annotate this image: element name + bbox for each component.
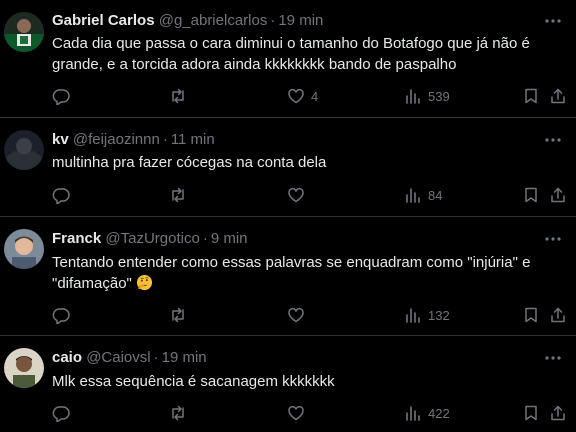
more-icon[interactable] (544, 12, 562, 30)
tweet[interactable]: Gabriel Carlos @g_abrielcarlos · 19 min Ca… (0, 0, 576, 118)
separator: · (153, 349, 159, 366)
bookmark-icon (522, 306, 540, 324)
retweet-icon (169, 186, 187, 204)
bookmark-button[interactable] (522, 185, 540, 205)
display-name[interactable]: kv (52, 131, 69, 148)
tweet-header: caio @Caiovsl · 19 min (52, 348, 207, 368)
retweet-button[interactable] (169, 305, 187, 325)
retweet-icon (169, 404, 187, 422)
bookmark-button[interactable] (522, 403, 540, 423)
action-bar: 132 (52, 305, 565, 325)
tweet-header: Franck @TazUrgotico · 9 min (52, 229, 248, 249)
retweet-button[interactable] (169, 86, 187, 106)
separator: · (202, 230, 208, 247)
user-handle[interactable]: @TazUrgotico (105, 230, 199, 247)
reply-button[interactable] (52, 86, 70, 106)
like-button[interactable] (287, 185, 311, 205)
more-icon[interactable] (544, 349, 562, 367)
action-bar: 422 (52, 403, 565, 423)
views-icon (404, 306, 422, 324)
share-button[interactable] (549, 403, 567, 423)
thinking-face-emoji-icon (136, 274, 153, 291)
tweet[interactable]: Franck @TazUrgotico · 9 min Tentando enten… (0, 217, 576, 336)
tweet-header: kv @feijaozinnn · 11 min (52, 130, 215, 150)
retweet-icon (169, 87, 187, 105)
timestamp[interactable]: 9 min (211, 230, 248, 247)
avatar[interactable] (4, 348, 44, 388)
like-count: 4 (311, 88, 319, 104)
view-count: 539 (428, 88, 450, 104)
display-name[interactable]: Franck (52, 230, 101, 247)
tweet-text: multinha pra fazer cócegas na conta dela (52, 154, 327, 171)
avatar[interactable] (4, 130, 44, 170)
like-button[interactable]: 4 (287, 86, 318, 106)
views-icon (404, 87, 422, 105)
reply-icon (52, 186, 70, 204)
tweet-text: Cada dia que passa o cara diminui o tama… (52, 35, 530, 73)
like-button[interactable] (287, 403, 311, 423)
views-icon (404, 404, 422, 422)
bookmark-icon (522, 87, 540, 105)
like-icon (287, 404, 305, 422)
tweet[interactable]: kv @feijaozinnn · 11 min multinha pra faze… (0, 118, 576, 217)
share-button[interactable] (549, 86, 567, 106)
action-bar: 4 539 (52, 86, 565, 106)
display-name[interactable]: Gabriel Carlos (52, 12, 155, 29)
share-icon (549, 186, 567, 204)
view-count: 84 (428, 187, 443, 203)
like-icon (287, 87, 305, 105)
retweet-button[interactable] (169, 403, 187, 423)
reply-icon (52, 306, 70, 324)
avatar[interactable] (4, 12, 44, 52)
share-icon (549, 404, 567, 422)
bookmark-button[interactable] (522, 86, 540, 106)
separator: · (162, 131, 168, 148)
like-icon (287, 186, 305, 204)
like-icon (287, 306, 305, 324)
retweet-icon (169, 306, 187, 324)
bookmark-button[interactable] (522, 305, 540, 325)
display-name[interactable]: caio (52, 349, 82, 366)
timestamp[interactable]: 19 min (162, 349, 207, 366)
tweet-header: Gabriel Carlos @g_abrielcarlos · 19 min (52, 11, 323, 31)
views-button[interactable]: 132 (404, 305, 450, 325)
tweet[interactable]: caio @Caiovsl · 19 min Mlk essa sequência … (0, 336, 576, 432)
action-bar: 84 (52, 185, 565, 205)
reply-button[interactable] (52, 305, 70, 325)
views-button[interactable]: 539 (404, 86, 450, 106)
user-handle[interactable]: @feijaozinnn (73, 131, 160, 148)
share-button[interactable] (549, 305, 567, 325)
timestamp[interactable]: 19 min (278, 12, 323, 29)
view-count: 422 (428, 405, 450, 421)
user-handle[interactable]: @g_abrielcarlos (159, 12, 268, 29)
share-icon (549, 306, 567, 324)
tweet-text-content: Tentando entender como essas palavras se… (52, 254, 531, 292)
view-count: 132 (428, 307, 450, 323)
reply-icon (52, 404, 70, 422)
tweet-text: Tentando entender como essas palavras se… (52, 252, 556, 294)
more-icon[interactable] (544, 230, 562, 248)
views-button[interactable]: 84 (404, 185, 442, 205)
user-handle[interactable]: @Caiovsl (86, 349, 150, 366)
bookmark-icon (522, 404, 540, 422)
tweet-feed: Gabriel Carlos @g_abrielcarlos · 19 min Ca… (0, 0, 576, 432)
reply-icon (52, 87, 70, 105)
reply-button[interactable] (52, 403, 70, 423)
separator: · (270, 12, 276, 29)
timestamp[interactable]: 11 min (171, 131, 215, 148)
like-button[interactable] (287, 305, 311, 325)
more-icon[interactable] (544, 131, 562, 149)
tweet-text: Mlk essa sequência é sacanagem kkkkkkk (52, 373, 335, 390)
views-button[interactable]: 422 (404, 403, 450, 423)
bookmark-icon (522, 186, 540, 204)
views-icon (404, 186, 422, 204)
share-button[interactable] (549, 185, 567, 205)
avatar[interactable] (4, 229, 44, 269)
share-icon (549, 87, 567, 105)
reply-button[interactable] (52, 185, 70, 205)
retweet-button[interactable] (169, 185, 187, 205)
